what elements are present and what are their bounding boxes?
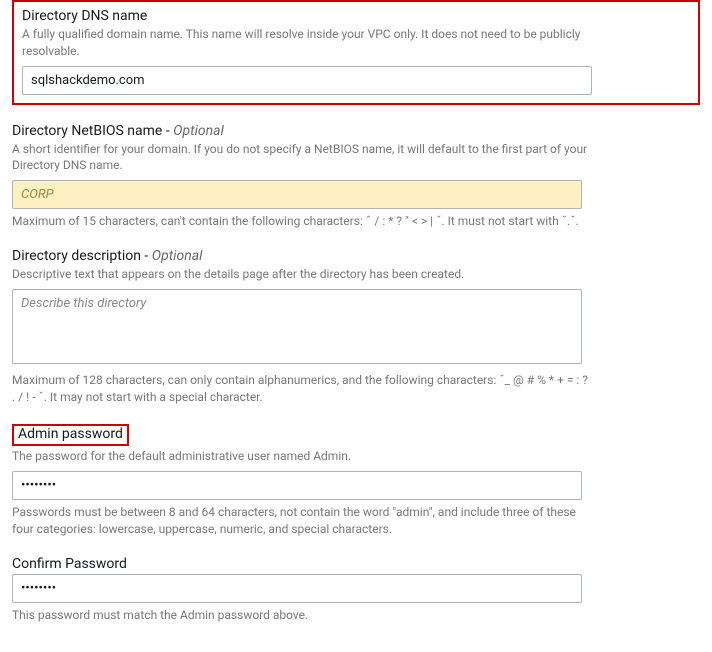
description-textarea[interactable] bbox=[12, 289, 582, 364]
confirm-hint: This password must match the Admin passw… bbox=[12, 607, 592, 624]
dns-input[interactable] bbox=[22, 66, 592, 95]
dns-helper: A fully qualified domain name. This name… bbox=[22, 26, 602, 60]
netbios-section: Directory NetBIOS name - Optional A shor… bbox=[12, 123, 700, 230]
password-section: Admin password The password for the defa… bbox=[12, 423, 700, 537]
password-helper: The password for the default administrat… bbox=[12, 448, 592, 465]
netbios-helper: A short identifier for your domain. If y… bbox=[12, 141, 592, 175]
netbios-input[interactable] bbox=[12, 180, 582, 209]
dns-label: Directory DNS name bbox=[22, 8, 690, 24]
confirm-section: Confirm Password This password must matc… bbox=[12, 556, 700, 624]
description-section: Directory description - Optional Descrip… bbox=[12, 248, 700, 405]
netbios-hint: Maximum of 15 characters, can't contain … bbox=[12, 213, 592, 230]
password-label: Admin password bbox=[12, 424, 129, 446]
confirm-label: Confirm Password bbox=[12, 556, 700, 572]
description-hint: Maximum of 128 characters, can only cont… bbox=[12, 372, 592, 406]
password-input[interactable] bbox=[12, 471, 582, 500]
description-label: Directory description - Optional bbox=[12, 248, 700, 264]
confirm-input[interactable] bbox=[12, 574, 582, 603]
description-helper: Descriptive text that appears on the det… bbox=[12, 266, 592, 283]
netbios-label: Directory NetBIOS name - Optional bbox=[12, 123, 700, 139]
password-hint: Passwords must be between 8 and 64 chara… bbox=[12, 504, 592, 538]
dns-section: Directory DNS name A fully qualified dom… bbox=[12, 0, 700, 105]
